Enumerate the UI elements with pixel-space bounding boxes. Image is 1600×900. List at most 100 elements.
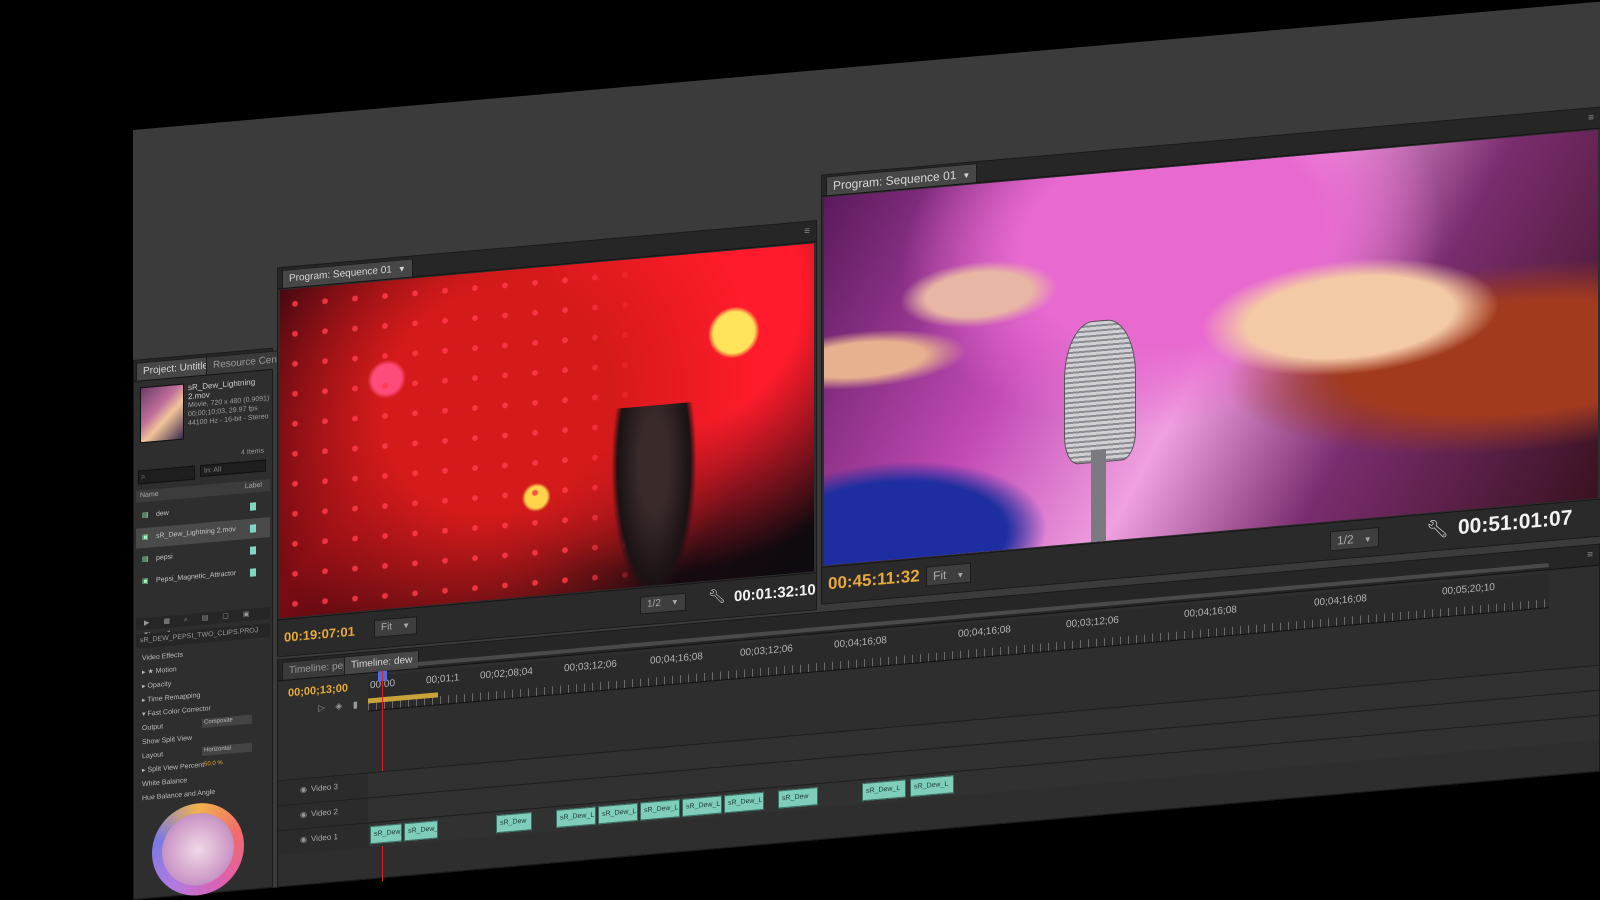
in-label: In: <box>204 467 212 475</box>
column-label[interactable]: Label <box>245 480 262 493</box>
label-swatch <box>250 502 256 511</box>
ruler-tick-label: 00;04;16;08 <box>834 635 887 651</box>
track-name: Video 1 <box>310 832 338 844</box>
resolution-label: 1/2 <box>1337 532 1354 548</box>
ruler-tick-label: 00;01;1 <box>426 672 460 687</box>
program-duration-timecode: 00:51:01:07 <box>1458 506 1573 540</box>
chevron-down-icon: ▼ <box>397 264 406 274</box>
column-name[interactable]: Name <box>140 489 159 503</box>
items-count: 4 Items <box>241 447 264 457</box>
timeline-clip[interactable]: sR_Dew_L <box>598 802 638 825</box>
timeline-clip[interactable]: sR_Dew_L <box>556 806 596 828</box>
timeline-clip[interactable]: sR_Dew_L <box>682 795 722 817</box>
ruler-tick-label: 00;04;16;08 <box>650 651 703 667</box>
item-name: Pepsi_Magnetic_Attractor <box>156 569 237 584</box>
label-swatch <box>250 546 256 555</box>
effect-label: Show Split View <box>142 734 193 747</box>
color-wheel-center <box>162 810 234 889</box>
resolution-label: 1/2 <box>647 597 661 611</box>
source-duration-timecode: 00:01:32:10 <box>734 581 816 606</box>
performer-silhouette <box>611 401 697 606</box>
chevron-down-icon: ▼ <box>1363 534 1372 545</box>
search-input[interactable]: ⌕ <box>138 465 195 485</box>
item-name: dew <box>156 509 169 518</box>
label-swatch <box>250 524 256 533</box>
wrench-icon[interactable]: 🔧︎ <box>1426 518 1449 541</box>
fit-label: Fit <box>381 621 393 634</box>
program-video-frame <box>824 129 1598 566</box>
microphone <box>1063 317 1136 466</box>
ruler-tick-label: 00;03;12;06 <box>564 658 617 675</box>
resolution-dropdown[interactable]: 1/2 ▼ <box>1330 527 1379 552</box>
effect-value-dropdown[interactable]: Composite <box>202 714 252 728</box>
effect-label: Video Effects <box>142 651 183 663</box>
timeline-clip[interactable]: sR_Dew_L <box>724 791 764 814</box>
stage-lights-bokeh <box>280 243 814 619</box>
search-icon: ⌕ <box>141 471 146 482</box>
eye-icon[interactable]: ◉ <box>300 785 307 795</box>
timeline-clip[interactable]: sR_Dew_L <box>370 823 402 845</box>
source-current-timecode[interactable]: 00:19:07:01 <box>284 624 355 645</box>
color-wheel[interactable] <box>152 799 244 900</box>
resolution-dropdown[interactable]: 1/2 ▼ <box>640 592 686 615</box>
clip-icon: ▣ <box>142 533 149 542</box>
label-swatch <box>250 568 256 577</box>
timeline-clip[interactable]: sR_Dew <box>496 812 532 834</box>
fit-dropdown[interactable]: Fit ▼ <box>374 616 418 638</box>
stage: Project: Untitled Resource Central sR_De… <box>0 0 1600 900</box>
item-name: pepsi <box>156 553 173 562</box>
panel-menu-icon[interactable]: ≡ <box>1587 549 1593 561</box>
track-header[interactable]: ◉ Video 1 <box>278 823 368 856</box>
timeline-clip[interactable]: sR_Dew_L <box>640 799 680 821</box>
timeline-tool-buttons[interactable]: ▷ ◈ ▮ <box>318 699 362 714</box>
timeline-timecode[interactable]: 00;00;13;00 <box>288 682 348 699</box>
wrench-icon[interactable]: 🔧︎ <box>708 587 726 606</box>
effect-value-dropdown[interactable]: Horizontal <box>202 742 252 756</box>
clip-info: sR_Dew_Lightning 2.mov Movie, 720 x 480 … <box>188 376 270 428</box>
premiere-window: Project: Untitled Resource Central sR_De… <box>133 1 1600 900</box>
microphone-stand <box>1091 448 1107 543</box>
timeline-clip[interactable]: sR_Dew <box>778 787 818 809</box>
ruler-tick-label: 00;03;12;06 <box>1066 614 1119 631</box>
ruler-tick-label: 00;03;12;06 <box>740 643 793 659</box>
effect-label: ▸ Split View Percent <box>142 761 205 775</box>
source-video-frame <box>280 243 814 619</box>
eye-icon[interactable]: ◉ <box>300 810 307 820</box>
effect-value[interactable]: 50.0 % <box>202 757 252 770</box>
program-current-timecode[interactable]: 00:45:11:32 <box>828 566 920 594</box>
chevron-down-icon: ▼ <box>670 597 679 607</box>
ruler-tick-label: 00;02;08;04 <box>480 666 533 682</box>
clip-icon: ▣ <box>142 577 149 586</box>
program-monitor: Program: Sequence 01 ▼ ≡ 00:45:11:32 Fit ▼… <box>821 106 1600 605</box>
effect-label: White Balance <box>142 777 188 789</box>
fit-label: Fit <box>933 567 947 584</box>
track-video-2: ◉ Video 2 <box>278 689 1599 831</box>
eye-icon[interactable]: ◉ <box>300 835 307 845</box>
source-monitor: Program: Sequence 01 ▼ ≡ 00:19:07:01 Fit ▼… <box>277 220 817 658</box>
timeline-clip[interactable]: sR_Dew_L <box>910 775 954 798</box>
clip-thumbnail <box>140 383 184 444</box>
panel-menu-icon[interactable]: ≡ <box>1588 112 1594 124</box>
ruler-tick-label: 00;04;16;08 <box>1184 604 1237 621</box>
timeline-clip[interactable]: sR_Dew_L <box>404 820 438 842</box>
effect-label: ▸ Time Remapping <box>142 692 201 705</box>
ruler-tick-label: 00;04;16;08 <box>958 624 1011 640</box>
effect-label: Hue Balance and Angle <box>142 788 216 803</box>
track-name: Video 3 <box>310 782 338 794</box>
timeline-clip[interactable]: sR_Dew_L <box>862 779 906 802</box>
bin-icon: ▤ <box>142 511 149 520</box>
effect-label: ▸ ★ Motion <box>142 666 177 677</box>
panel-menu-icon[interactable]: ≡ <box>804 226 810 238</box>
ruler-tick-label: 00;04;16;08 <box>1314 593 1367 609</box>
effect-label: ▸ Opacity <box>142 680 172 691</box>
project-panel: Project: Untitled Resource Central sR_De… <box>133 347 298 900</box>
bin-icon: ▤ <box>142 555 149 564</box>
track-name: Video 2 <box>310 807 338 819</box>
fit-dropdown[interactable]: Fit ▼ <box>926 562 972 587</box>
chevron-down-icon: ▼ <box>402 620 411 631</box>
in-value: All <box>213 466 222 474</box>
in-dropdown[interactable]: In: All <box>200 459 266 478</box>
effect-label: Layout <box>142 751 164 761</box>
chevron-down-icon: ▼ <box>962 170 971 181</box>
ruler-tick-label: 00;05;20;10 <box>1442 581 1495 598</box>
